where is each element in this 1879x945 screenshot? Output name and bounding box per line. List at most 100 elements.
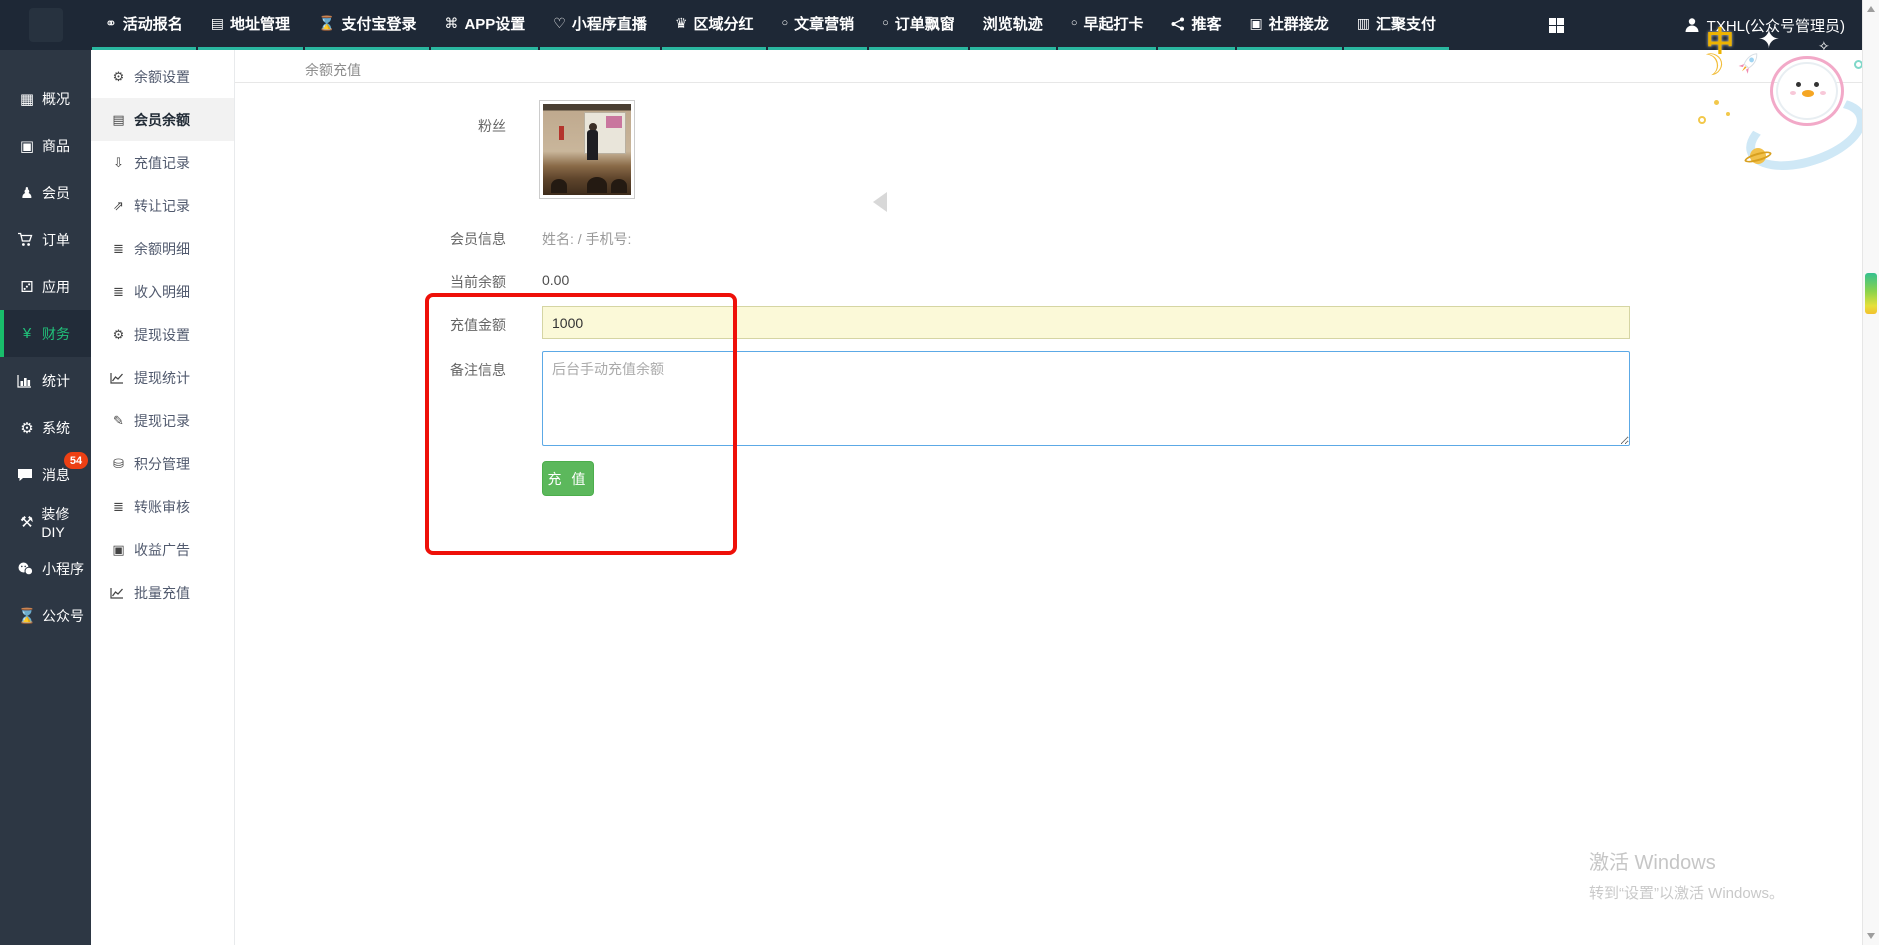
sidebar-item-finance[interactable]: ¥财务	[0, 310, 91, 357]
sidebar-item-orders[interactable]: 订单	[0, 216, 91, 263]
current-balance-value: 0.00	[542, 268, 569, 288]
nav-item-browse-track[interactable]: 浏览轨迹	[970, 0, 1056, 50]
fan-avatar-image	[543, 104, 631, 195]
submenu-item-label: 收入明细	[134, 282, 190, 302]
nav-spacer	[1450, 0, 1549, 50]
member-info-label: 会员信息	[235, 225, 506, 249]
sidebar-item-members[interactable]: ♟会员	[0, 169, 91, 216]
submenu-item-label: 会员余额	[134, 110, 190, 130]
nav-item-region-dividend[interactable]: ♛区域分红	[662, 0, 767, 50]
nav-item-address-manage[interactable]: ▤地址管理	[198, 0, 303, 50]
submenu-item-withdraw-stats[interactable]: 提现统计	[91, 356, 234, 399]
file-icon: ≣	[110, 241, 127, 257]
submenu-item-label: 批量充值	[134, 583, 190, 603]
sidebar-item-label: 应用	[42, 277, 70, 297]
submenu-item-points-manage[interactable]: ⛁积分管理	[91, 442, 234, 485]
nav-item-label: 早起打卡	[1083, 13, 1143, 34]
scrollbar-down-arrow[interactable]	[1867, 933, 1875, 939]
sidebar-item-stats[interactable]: 统计	[0, 357, 91, 404]
logo-placeholder	[29, 8, 63, 42]
current-balance-label: 当前余额	[235, 268, 506, 292]
nav-item-label: 区域分红	[693, 13, 753, 34]
submenu-item-label: 转让记录	[134, 196, 190, 216]
sidebar-item-label: 公众号	[42, 606, 84, 626]
image-icon: ▣	[110, 542, 127, 558]
sidebar-item-messages[interactable]: 消息54	[0, 451, 91, 498]
nav-item-promoter[interactable]: 推客	[1158, 0, 1234, 50]
credit-card-icon: ▥	[1357, 15, 1370, 32]
sidebar-item-goods[interactable]: ▣ 商品	[0, 122, 91, 169]
nav-item-order-popup[interactable]: ○订单飘窗	[869, 0, 968, 50]
circle-icon: ○	[781, 17, 788, 29]
download-icon: ⇩	[110, 155, 127, 171]
wechat-icon	[17, 562, 37, 576]
yen-icon: ¥	[17, 325, 37, 342]
amount-label: 充值金额	[235, 306, 506, 335]
submenu-item-transfer-records[interactable]: ⇗ 转让记录	[91, 184, 234, 227]
sidebar-item-overview[interactable]: ▦概况	[0, 75, 91, 122]
top-nav-menu: ⚭活动报名 ▤地址管理 ⌛支付宝登录 ⌘ APP设置 ♡小程序直播 ♛区域分红 ○…	[91, 0, 1450, 50]
submenu-item-label: 收益广告	[134, 540, 190, 560]
submenu-item-income-details[interactable]: ≣收入明细	[91, 270, 234, 313]
vertical-scrollbar[interactable]	[1862, 0, 1879, 945]
circle-icon: ○	[1071, 17, 1078, 29]
submenu-item-withdraw-records[interactable]: ✎提现记录	[91, 399, 234, 442]
sidebar-item-diy[interactable]: ⚒ 装修DIY	[0, 498, 91, 545]
external-link-icon: ⇗	[110, 198, 127, 214]
nav-item-miniprogram-live[interactable]: ♡小程序直播	[540, 0, 660, 50]
fan-label: 粉丝	[235, 100, 506, 136]
scrollbar-up-arrow[interactable]	[1867, 6, 1875, 12]
user-icon	[1684, 17, 1700, 33]
sidebar-item-label: 订单	[42, 230, 70, 250]
sidebar-item-label: 装修DIY	[41, 504, 91, 540]
box-icon: ▣	[17, 137, 37, 155]
nav-item-activity-signup[interactable]: ⚭活动报名	[92, 0, 196, 50]
nav-item-label: 汇聚支付	[1376, 13, 1436, 34]
nav-item-alipay-login[interactable]: ⌛支付宝登录	[305, 0, 429, 50]
top-navbar: ⚭活动报名 ▤地址管理 ⌛支付宝登录 ⌘ APP设置 ♡小程序直播 ♛区域分红 ○…	[0, 0, 1879, 50]
image-icon: ▣	[1250, 15, 1263, 32]
gear-icon: ⚙	[110, 327, 127, 343]
apps-grid-icon[interactable]	[1549, 18, 1564, 33]
page-layout: ▦概况 ▣ 商品 ♟会员 订单 ⚂ 应用 ¥财务 统计 ⚙系统 消息54 ⚒ 装修DI…	[0, 50, 1879, 945]
remark-textarea[interactable]	[542, 351, 1630, 446]
gavel-icon: ⚒	[17, 513, 36, 531]
main-content: 余额充值 粉丝	[235, 50, 1879, 945]
nav-item-label: 订单飘窗	[895, 13, 955, 34]
submenu-item-transfer-review[interactable]: ≣转账审核	[91, 485, 234, 528]
submenu-item-label: 充值记录	[134, 153, 190, 173]
amount-input[interactable]	[542, 306, 1630, 339]
book-icon: ▤	[110, 112, 127, 128]
submenu-item-withdraw-settings[interactable]: ⚙提现设置	[91, 313, 234, 356]
bar-chart-icon	[17, 374, 37, 388]
sidebar-item-miniprogram[interactable]: 小程序	[0, 545, 91, 592]
nav-item-article-marketing[interactable]: ○文章营销	[768, 0, 867, 50]
sidebar-item-apps[interactable]: ⚂ 应用	[0, 263, 91, 310]
submenu-item-recharge-records[interactable]: ⇩ 充值记录	[91, 141, 234, 184]
sidebar-item-label: 商品	[42, 136, 70, 156]
submenu-item-label: 提现记录	[134, 411, 190, 431]
nav-item-huiju-pay[interactable]: ▥ 汇聚支付	[1344, 0, 1449, 50]
cubes-icon: ⚂	[17, 278, 37, 296]
nav-item-group-chain[interactable]: ▣ 社群接龙	[1237, 0, 1342, 50]
chat-icon	[17, 468, 37, 482]
submenu-item-revenue-ads[interactable]: ▣ 收益广告	[91, 528, 234, 571]
apple-icon: ⌘	[444, 15, 458, 32]
sidebar-item-label: 小程序	[42, 559, 84, 579]
user-menu[interactable]: TXHL(公众号管理员)	[1684, 15, 1845, 36]
nav-item-label: APP设置	[464, 13, 525, 34]
recharge-submit-button[interactable]: 充 值	[542, 461, 594, 496]
fan-avatar-photo	[539, 100, 635, 199]
submenu-item-balance-details[interactable]: ≣余额明细	[91, 227, 234, 270]
nav-item-early-checkin[interactable]: ○ 早起打卡	[1058, 0, 1157, 50]
photo-arrow-icon	[873, 192, 887, 212]
submenu-item-balance-settings[interactable]: ⚙余额设置	[91, 55, 234, 98]
sidebar-item-system[interactable]: ⚙系统	[0, 404, 91, 451]
submenu-item-batch-recharge[interactable]: 批量充值	[91, 571, 234, 614]
nav-item-label: 浏览轨迹	[983, 13, 1043, 34]
submenu-item-member-balance[interactable]: ▤ 会员余额	[91, 98, 234, 141]
scrollbar-thumb[interactable]	[1865, 273, 1877, 314]
nav-item-label: 社群接龙	[1269, 13, 1329, 34]
sidebar-item-official-account[interactable]: ⌛公众号	[0, 592, 91, 639]
nav-item-app-settings[interactable]: ⌘ APP设置	[431, 0, 538, 50]
